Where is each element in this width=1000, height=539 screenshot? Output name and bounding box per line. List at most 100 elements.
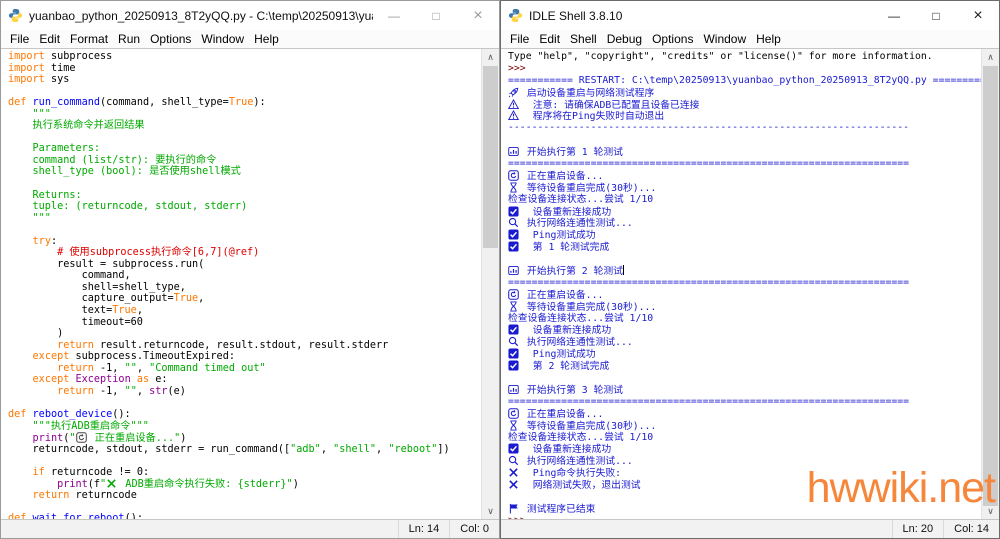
- menu-options[interactable]: Options: [145, 32, 196, 46]
- shell-line: ========================================…: [508, 396, 981, 408]
- code-line: command (list/str): 要执行的命令: [8, 155, 481, 167]
- code-line: return returncode: [8, 490, 481, 502]
- menu-help[interactable]: Help: [751, 32, 786, 46]
- shell-line: ========================================…: [508, 277, 981, 289]
- menu-run[interactable]: Run: [113, 32, 145, 46]
- minimize-button[interactable]: —: [373, 1, 415, 30]
- line-indicator: Ln: 20: [892, 520, 944, 538]
- maximize-button[interactable]: □: [415, 1, 457, 30]
- shell-line: >>>: [508, 63, 981, 75]
- shell-output[interactable]: Type "help", "copyright", "credits" or "…: [501, 49, 981, 519]
- editor-window: yuanbao_python_20250913_8T2yQQ.py - C:\t…: [0, 0, 500, 539]
- code-line: [8, 86, 481, 98]
- code-line: return result.returncode, result.stdout,…: [8, 340, 481, 352]
- code-line: [8, 224, 481, 236]
- minimize-button[interactable]: —: [873, 1, 915, 30]
- code-line: import subprocess: [8, 51, 481, 63]
- code-line: def wait_for_reboot():: [8, 513, 481, 519]
- code-line: def run_command(command, shell_type=True…: [8, 97, 481, 109]
- scroll-down-icon[interactable]: ∨: [482, 503, 499, 519]
- code-line: # 使用subprocess执行命令[6,7](@ref): [8, 247, 481, 259]
- shell-line: 检查设备连接状态...尝试 1/10: [508, 194, 981, 206]
- shell-line: 设备重新连接成功: [508, 443, 981, 455]
- watermark: hwwiki.net: [807, 464, 995, 513]
- code-line: tuple: (returncode, stdout, stderr): [8, 201, 481, 213]
- menu-edit[interactable]: Edit: [534, 32, 565, 46]
- shell-line: 开始执行第 3 轮测试: [508, 384, 981, 396]
- hourglass-icon: [508, 182, 520, 195]
- code-line: """执行ADB重启命令""": [8, 421, 481, 433]
- editor-window-title: yuanbao_python_20250913_8T2yQQ.py - C:\t…: [29, 9, 373, 23]
- shell-scrollbar[interactable]: ∧ ∨: [981, 49, 999, 519]
- desktop: yuanbao_python_20250913_8T2yQQ.py - C:\t…: [0, 0, 1000, 539]
- shell-line: 正在重启设备...: [508, 289, 981, 301]
- code-line: result = subprocess.run(: [8, 259, 481, 271]
- shell-line: 注意: 请确保ADB已配置且设备已连接: [508, 99, 981, 111]
- menu-help[interactable]: Help: [249, 32, 284, 46]
- python-app-icon: [508, 8, 523, 23]
- code-line: return -1, "", "Command timed out": [8, 363, 481, 375]
- shell-line: [508, 372, 981, 384]
- shell-window-title: IDLE Shell 3.8.10: [529, 9, 873, 23]
- menu-file[interactable]: File: [5, 32, 34, 46]
- code-line: """: [8, 213, 481, 225]
- python-file-icon: [8, 8, 23, 23]
- scroll-up-icon[interactable]: ∧: [982, 49, 999, 65]
- shell-line: 执行网络连通性测试...: [508, 217, 981, 229]
- menu-debug[interactable]: Debug: [602, 32, 647, 46]
- editor-window-controls: — □ ×: [373, 1, 499, 30]
- code-line: returncode, stdout, stderr = run_command…: [8, 444, 481, 456]
- shell-line: Type "help", "copyright", "credits" or "…: [508, 51, 981, 63]
- shell-line: 等待设备重启完成(30秒)...: [508, 301, 981, 313]
- shell-line: [508, 134, 981, 146]
- editor-titlebar[interactable]: yuanbao_python_20250913_8T2yQQ.py - C:\t…: [1, 1, 499, 30]
- editor-scrollbar[interactable]: ∧ ∨: [481, 49, 499, 519]
- code-line: """: [8, 109, 481, 121]
- shell-line: ----------------------------------------…: [508, 122, 981, 134]
- shell-titlebar[interactable]: IDLE Shell 3.8.10 — □ ×: [501, 1, 999, 30]
- code-line: Returns:: [8, 190, 481, 202]
- chart-icon: [508, 384, 520, 397]
- editor-statusbar: Ln: 14 Col: 0: [1, 519, 499, 538]
- close-button[interactable]: ×: [457, 1, 499, 30]
- scroll-up-icon[interactable]: ∧: [482, 49, 499, 65]
- hourglass-icon: [508, 301, 520, 314]
- menu-window[interactable]: Window: [698, 32, 751, 46]
- code-line: def reboot_device():: [8, 409, 481, 421]
- code-line: [8, 132, 481, 144]
- shell-line: 等待设备重启完成(30秒)...: [508, 420, 981, 432]
- shell-line: 设备重新连接成功: [508, 206, 981, 218]
- code-line: 执行系统命令并返回结果: [8, 120, 481, 132]
- shell-line: 启动设备重启与网络测试程序: [508, 87, 981, 99]
- menu-file[interactable]: File: [505, 32, 534, 46]
- code-line: shell=shell_type,: [8, 282, 481, 294]
- shell-line: 第 1 轮测试完成: [508, 241, 981, 253]
- menu-shell[interactable]: Shell: [565, 32, 602, 46]
- shell-statusbar: Ln: 20 Col: 14: [501, 519, 999, 538]
- close-button[interactable]: ×: [957, 1, 999, 30]
- scrollbar-thumb[interactable]: [983, 66, 998, 506]
- code-line: return -1, "", str(e): [8, 386, 481, 398]
- code-editor[interactable]: import subprocessimport timeimport sys d…: [1, 49, 481, 519]
- hourglass-icon: [508, 420, 520, 433]
- maximize-button[interactable]: □: [915, 1, 957, 30]
- shell-line: 程序将在Ping失败时自动退出: [508, 110, 981, 122]
- shell-line: 开始执行第 1 轮测试: [508, 146, 981, 158]
- shell-line: 检查设备连接状态...尝试 1/10: [508, 313, 981, 325]
- menu-window[interactable]: Window: [196, 32, 249, 46]
- code-line: except subprocess.TimeoutExpired:: [8, 351, 481, 363]
- shell-menubar: FileEditShellDebugOptionsWindowHelp: [501, 30, 999, 49]
- code-line: import sys: [8, 74, 481, 86]
- shell-line: 正在重启设备...: [508, 170, 981, 182]
- menu-format[interactable]: Format: [65, 32, 113, 46]
- code-line: text=True,: [8, 305, 481, 317]
- shell-line: 设备重新连接成功: [508, 324, 981, 336]
- line-indicator: Ln: 14: [398, 520, 450, 538]
- menu-options[interactable]: Options: [647, 32, 698, 46]
- scrollbar-thumb[interactable]: [483, 66, 498, 248]
- code-line: Parameters:: [8, 143, 481, 155]
- shell-window-controls: — □ ×: [873, 1, 999, 30]
- shell-line: 等待设备重启完成(30秒)...: [508, 182, 981, 194]
- code-line: command,: [8, 270, 481, 282]
- menu-edit[interactable]: Edit: [34, 32, 65, 46]
